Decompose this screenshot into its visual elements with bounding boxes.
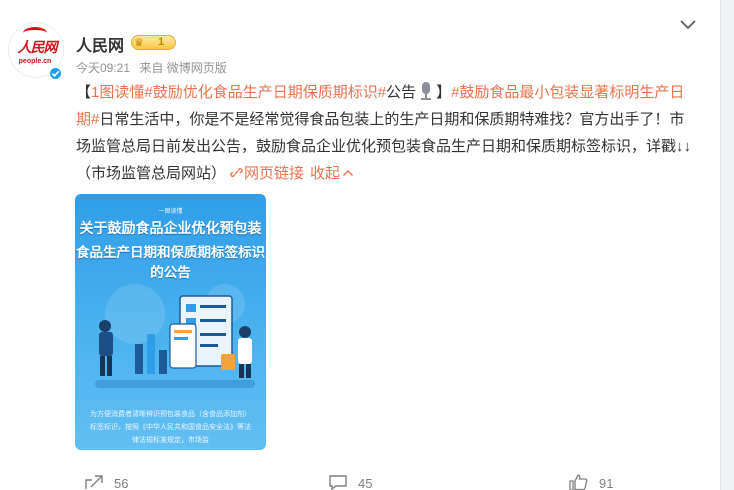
member-badge[interactable]: ♛ 1: [131, 35, 176, 50]
share-button[interactable]: 56: [84, 474, 154, 490]
verified-icon: [48, 66, 63, 81]
comment-button[interactable]: 45: [328, 474, 398, 490]
post-meta: 今天09:21 来自 微博网页版: [76, 59, 233, 76]
like-count: 91: [599, 476, 614, 490]
share-icon: [85, 475, 103, 489]
post-text: 【1图读懂#鼓励优化食品生产日期保质期标识#公告 】#鼓励食品最小包装显著标明生产…: [76, 79, 698, 187]
bracket-open: 【: [76, 84, 92, 101]
post-body: 日常生活中，你是不是经常觉得食品包装上的生产日期和保质期特难找？官方出手了！市场…: [76, 111, 692, 182]
avatar-logo-text: 人民网: [17, 40, 58, 56]
like-button[interactable]: 91: [569, 474, 639, 490]
hashtag-optimize-date-labels[interactable]: #鼓励优化食品生产日期保质期标识#: [144, 84, 386, 101]
link-icon: [230, 168, 243, 177]
tag-suffix: 公告: [386, 84, 417, 101]
image-kicker: 一图读懂: [158, 209, 183, 215]
action-bar: 56 45 91: [0, 468, 720, 490]
post-image[interactable]: 一图读懂 关于鼓励食品企业优化预包装 食品生产日期和保质期标签标识的公告 为方便…: [75, 194, 266, 450]
collapse-link[interactable]: 收起: [310, 165, 354, 182]
post-source: 来自 微博网页版: [139, 61, 227, 75]
web-link[interactable]: 网页链接: [226, 165, 304, 182]
author-name[interactable]: 人民网: [76, 32, 124, 56]
post-time[interactable]: 今天09:21: [76, 61, 130, 75]
illustration-graphic: [95, 284, 255, 388]
share-count: 56: [114, 476, 129, 490]
avatar-logo-sub: people.cn: [18, 58, 52, 65]
image-title-line1: 关于鼓励食品企业优化预包装: [79, 220, 262, 236]
weibo-post-card: 人民网 people.cn 人民网 ♛ 1 今天09:21 来自 微博网页版 【…: [0, 0, 720, 490]
crown-icon: ♛: [134, 37, 144, 49]
like-icon: [569, 474, 588, 490]
comment-count: 45: [358, 476, 373, 490]
web-link-label: 网页链接: [244, 165, 305, 182]
comment-icon: [329, 475, 347, 490]
badge-level: 1: [158, 36, 165, 48]
chevron-down-icon[interactable]: [678, 14, 698, 34]
collapse-label: 收起: [310, 165, 341, 182]
hashtag-1图读懂[interactable]: 1图读懂: [91, 84, 144, 101]
scroll-gutter: [720, 0, 734, 490]
image-caption: 为方便消费者清晰辨识预包装食品（含食品添加剂）标签标识，按照《中华人民共和国食品…: [90, 411, 251, 444]
chevron-up-icon: [343, 169, 354, 177]
microphone-icon: [419, 82, 433, 100]
bracket-close: 】: [436, 84, 452, 101]
